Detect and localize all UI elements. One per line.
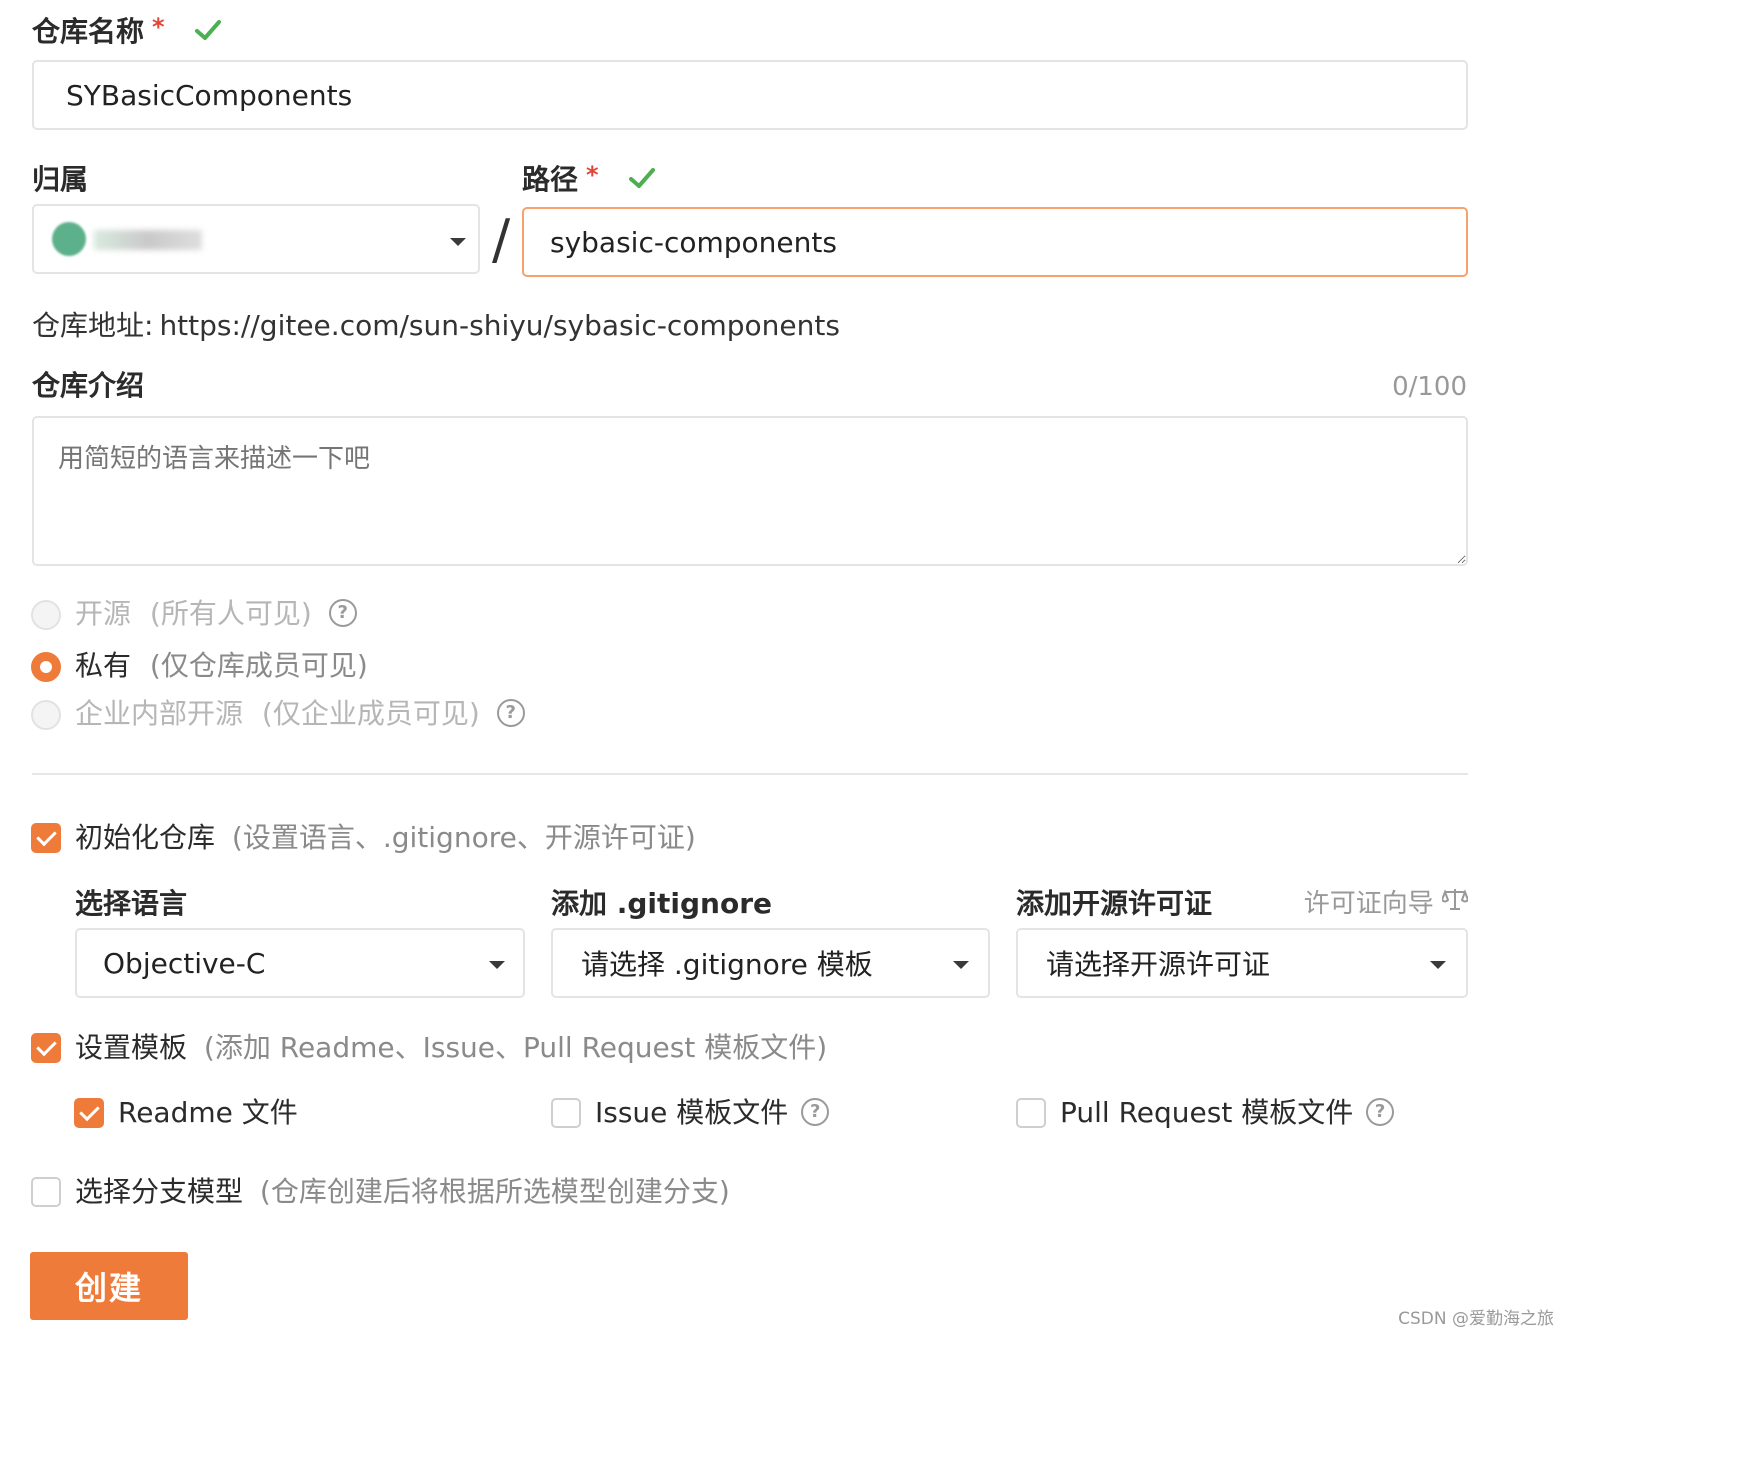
help-icon[interactable]: ? [801, 1098, 830, 1126]
issue-template-checkbox[interactable] [551, 1098, 581, 1128]
chevron-down-icon [450, 238, 466, 246]
license-wizard-link[interactable]: 许可证向导 [1300, 885, 1470, 923]
watermark: CSDN @爱勤海之旅 [1398, 1309, 1554, 1329]
required-mark: * [152, 13, 165, 41]
help-icon[interactable]: ? [328, 599, 357, 627]
repo-name-label-row: 仓库名称 * [32, 13, 222, 51]
license-select[interactable]: 请选择开源许可证 [1016, 928, 1468, 998]
license-wizard-label: 许可证向导 [1303, 889, 1434, 919]
owner-avatar [52, 222, 86, 256]
help-icon[interactable]: ? [1366, 1098, 1395, 1126]
repo-address: 仓库地址: https://gitee.com/sun-shiyu/sybasic… [32, 308, 840, 344]
pr-template-label: Pull Request 模板文件 [1060, 1096, 1354, 1129]
path-separator: / [492, 208, 511, 271]
branch-model-checkbox[interactable] [31, 1177, 61, 1207]
gitignore-value: 请选择 .gitignore 模板 [581, 948, 873, 981]
pr-template-checkbox[interactable] [1016, 1098, 1046, 1128]
check-icon [194, 15, 222, 51]
repo-name-input[interactable]: SYBasicComponents [32, 60, 1468, 130]
path-label: 路径 [522, 163, 579, 196]
readme-label: Readme 文件 [118, 1096, 298, 1129]
option-enterprise: 企业内部开源 (仅企业成员可见) ? [75, 696, 525, 732]
chevron-down-icon [953, 961, 969, 969]
readme-checkbox[interactable] [74, 1098, 104, 1128]
divider [32, 773, 1468, 775]
create-button[interactable]: 创建 [30, 1252, 188, 1320]
language-value: Objective-C [103, 946, 266, 980]
radio-public[interactable] [31, 600, 61, 630]
option-private: 私有 (仅仓库成员可见) [75, 648, 368, 684]
radio-enterprise[interactable] [31, 700, 61, 730]
repo-address-url: https://gitee.com/sun-shiyu/sybasic-comp… [159, 309, 840, 342]
option-enterprise-hint: (仅企业成员可见) [261, 697, 480, 730]
check-icon [628, 163, 656, 199]
gitignore-select[interactable]: 请选择 .gitignore 模板 [551, 928, 990, 998]
owner-name-blurred [94, 230, 202, 250]
templates-hint: (添加 Readme、Issue、Pull Request 模板文件) [203, 1031, 828, 1064]
language-select[interactable]: Objective-C [75, 928, 525, 998]
option-private-label: 私有 [75, 649, 132, 682]
option-public: 开源 (所有人可见) ? [75, 596, 357, 632]
gitignore-label: 添加 .gitignore [551, 887, 773, 920]
issue-template-label: Issue 模板文件 [595, 1096, 789, 1129]
path-value: sybasic-components [550, 225, 837, 259]
chevron-down-icon [489, 961, 505, 969]
scale-icon [1440, 885, 1470, 921]
option-public-hint: (所有人可见) [149, 597, 312, 630]
intro-label: 仓库介绍 [32, 369, 145, 402]
branch-model-hint: (仓库创建后将根据所选模型创建分支) [259, 1175, 730, 1208]
intro-textarea[interactable] [32, 416, 1468, 566]
intro-counter: 0/100 [1392, 372, 1467, 402]
path-label-row: 路径 * [522, 161, 656, 199]
language-label: 选择语言 [75, 887, 188, 920]
init-repo-hint: (设置语言、.gitignore、开源许可证) [231, 821, 696, 854]
branch-model-option: 选择分支模型 (仓库创建后将根据所选模型创建分支) [75, 1174, 730, 1210]
repo-name-value: SYBasicComponents [66, 78, 353, 112]
option-public-label: 开源 [75, 597, 132, 630]
path-input[interactable]: sybasic-components [522, 207, 1468, 277]
repo-name-label: 仓库名称 [32, 15, 145, 48]
license-label: 添加开源许可证 [1016, 887, 1213, 920]
init-repo-label: 初始化仓库 [75, 821, 216, 854]
required-mark: * [586, 161, 599, 189]
init-repo-checkbox[interactable] [31, 823, 61, 853]
templates-checkbox[interactable] [31, 1033, 61, 1063]
readme-option: Readme 文件 [118, 1095, 298, 1131]
owner-select[interactable] [32, 204, 480, 274]
chevron-down-icon [1430, 961, 1446, 969]
radio-private[interactable] [31, 652, 61, 682]
init-repo-option: 初始化仓库 (设置语言、.gitignore、开源许可证) [75, 820, 696, 856]
help-icon[interactable]: ? [496, 699, 525, 727]
option-enterprise-label: 企业内部开源 [75, 697, 244, 730]
templates-label: 设置模板 [75, 1031, 188, 1064]
owner-label: 归属 [32, 163, 89, 196]
issue-template-option: Issue 模板文件 ? [595, 1095, 830, 1131]
pr-template-option: Pull Request 模板文件 ? [1060, 1095, 1395, 1131]
repo-address-label: 仓库地址: [32, 309, 154, 342]
license-value: 请选择开源许可证 [1046, 948, 1271, 981]
branch-model-label: 选择分支模型 [75, 1175, 244, 1208]
option-private-hint: (仅仓库成员可见) [149, 649, 368, 682]
templates-option: 设置模板 (添加 Readme、Issue、Pull Request 模板文件) [75, 1030, 827, 1066]
